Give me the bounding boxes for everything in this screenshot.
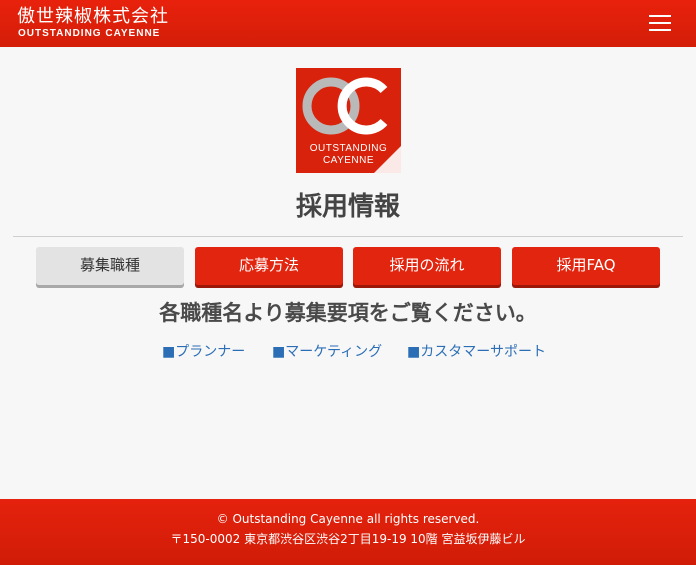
job-link-marketing[interactable]: ■マーケティング — [272, 343, 382, 361]
logo-text: OUTSTANDING CAYENNE — [296, 143, 401, 167]
logo-text-line2: CAYENNE — [322, 155, 375, 166]
company-logo: OUTSTANDING CAYENNE — [296, 68, 401, 173]
tab-job-types[interactable]: 募集職種 — [36, 247, 184, 285]
brand-name-english[interactable]: OUTSTANDING CAYENNE — [18, 28, 160, 39]
company-address: 〒150-0002 東京都渋谷区渋谷2丁目19-19 10階 宮益坂伊藤ビル — [170, 532, 526, 546]
title-divider — [13, 236, 683, 237]
tab-hiring-process[interactable]: 採用の流れ — [353, 247, 501, 285]
tab-recruitment-faq[interactable]: 採用FAQ — [512, 247, 660, 285]
job-link-customer-support[interactable]: ■カスタマーサポート — [407, 343, 546, 361]
copyright-text: © Outstanding Cayenne all rights reserve… — [216, 512, 480, 526]
tab-how-to-apply[interactable]: 応募方法 — [195, 247, 343, 285]
intro-text: 各職種名より募集要項をご覧ください。 — [159, 301, 537, 325]
job-link-planner[interactable]: ■プランナー — [162, 343, 245, 361]
site-footer: © Outstanding Cayenne all rights reserve… — [0, 499, 696, 565]
hamburger-menu-icon[interactable] — [649, 15, 671, 31]
brand-name-japanese[interactable]: 傲世辣椒株式会社 — [17, 6, 169, 28]
page-title: 採用情報 — [295, 192, 400, 222]
logo-text-line1: OUTSTANDING — [309, 143, 388, 154]
site-header: 傲世辣椒株式会社 OUTSTANDING CAYENNE — [0, 0, 696, 47]
